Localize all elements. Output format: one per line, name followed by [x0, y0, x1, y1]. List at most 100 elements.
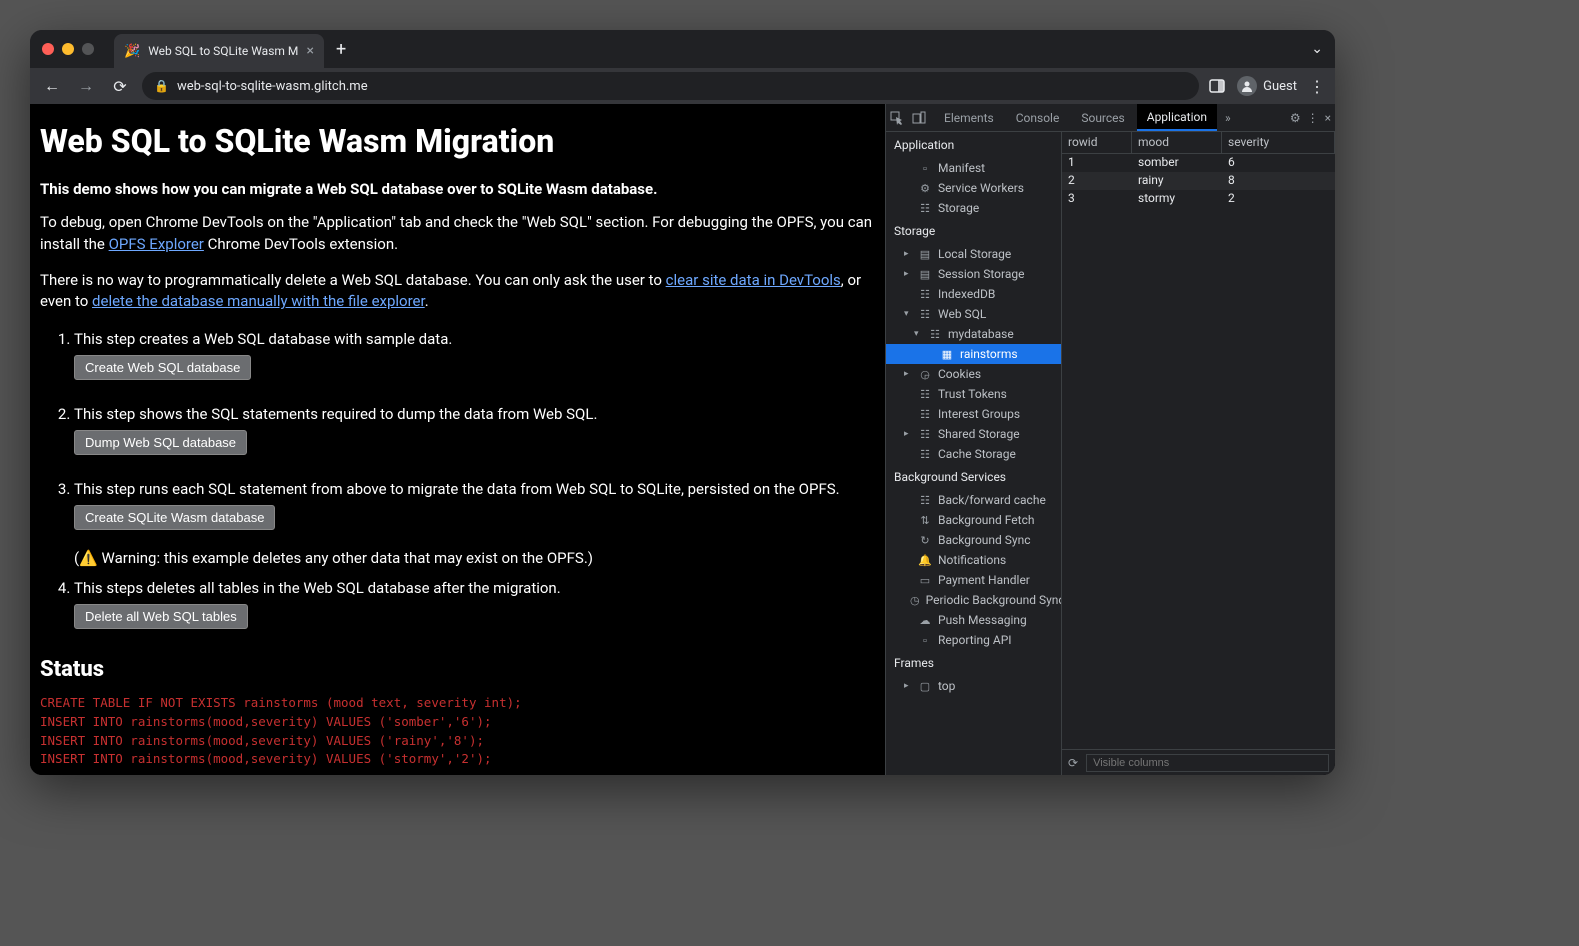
sidebar-item-top[interactable]: ▸▢top — [886, 676, 1061, 696]
side-panel-icon[interactable] — [1209, 78, 1225, 94]
sidebar-item-bg-sync[interactable]: ↻Background Sync — [886, 530, 1061, 550]
col-mood[interactable]: mood — [1132, 132, 1222, 153]
table-row[interactable]: 2 rainy 8 — [1062, 172, 1335, 190]
avatar-icon — [1237, 76, 1257, 96]
document-icon: ▫ — [918, 634, 932, 647]
paragraph-delete: There is no way to programmatically dele… — [40, 270, 875, 314]
database-icon: ☷ — [918, 308, 932, 321]
sidebar-item-interest-groups[interactable]: ☷Interest Groups — [886, 404, 1061, 424]
devtools-tabbar: Elements Console Sources Application » ⚙… — [886, 104, 1335, 132]
table-row[interactable]: 1 somber 6 — [1062, 154, 1335, 172]
bell-icon: 🔔 — [918, 554, 932, 567]
devtools-close-icon[interactable]: × — [1325, 111, 1331, 125]
table-footer: ⟳ — [1062, 749, 1335, 775]
sidebar-item-storage[interactable]: ☷Storage — [886, 198, 1061, 218]
sidebar-item-cache-storage[interactable]: ☷Cache Storage — [886, 444, 1061, 464]
transfer-icon: ⇅ — [918, 514, 932, 527]
page-content: Web SQL to SQLite Wasm Migration This de… — [30, 104, 885, 775]
sidebar-item-shared-storage[interactable]: ▸☷Shared Storage — [886, 424, 1061, 444]
step-1: This step creates a Web SQL database wit… — [74, 327, 875, 396]
maximize-window-icon[interactable] — [82, 43, 94, 55]
database-icon: ☷ — [918, 408, 932, 421]
devtools-tab-application[interactable]: Application — [1137, 104, 1217, 131]
col-severity[interactable]: severity — [1222, 132, 1335, 153]
inspect-icon[interactable] — [890, 111, 910, 125]
sidebar-item-indexeddb[interactable]: ☷IndexedDB — [886, 284, 1061, 304]
database-icon: ☷ — [918, 428, 932, 441]
sidebar-item-payment-handler[interactable]: ▭Payment Handler — [886, 570, 1061, 590]
frame-icon: ▢ — [918, 680, 932, 693]
devtools-tabs-overflow-icon[interactable]: » — [1219, 111, 1237, 125]
sidebar-item-local-storage[interactable]: ▸▤Local Storage — [886, 244, 1061, 264]
profile-button[interactable]: Guest — [1237, 76, 1297, 96]
delete-tables-button[interactable]: Delete all Web SQL tables — [74, 604, 248, 629]
lock-icon: 🔒 — [154, 79, 169, 93]
database-icon: ☷ — [918, 288, 932, 301]
document-icon: ▫ — [918, 162, 932, 175]
clear-site-data-link[interactable]: clear site data in DevTools — [666, 271, 841, 289]
table-header: rowid mood severity — [1062, 132, 1335, 154]
sidebar-item-websql[interactable]: ▾☷Web SQL — [886, 304, 1061, 324]
devtools-tab-console[interactable]: Console — [1006, 104, 1070, 131]
sidebar-item-reporting-api[interactable]: ▫Reporting API — [886, 630, 1061, 650]
tab-favicon-icon: 🎉 — [124, 44, 140, 59]
sidebar-item-periodic-sync[interactable]: ◷Periodic Background Sync — [886, 590, 1061, 610]
step-3: This step runs each SQL statement from a… — [74, 477, 875, 570]
profile-label: Guest — [1263, 79, 1297, 94]
sidebar-item-manifest[interactable]: ▫Manifest — [886, 158, 1061, 178]
delete-db-manually-link[interactable]: delete the database manually with the fi… — [92, 292, 425, 310]
sidebar-item-cookies[interactable]: ▸◶Cookies — [886, 364, 1061, 384]
create-sqlite-button[interactable]: Create SQLite Wasm database — [74, 505, 275, 530]
sidebar-item-rainstorms[interactable]: ▦rainstorms — [886, 344, 1061, 364]
sidebar-item-mydatabase[interactable]: ▾☷mydatabase — [886, 324, 1061, 344]
status-log: CREATE TABLE IF NOT EXISTS rainstorms (m… — [40, 694, 875, 769]
table-row[interactable]: 3 stormy 2 — [1062, 190, 1335, 208]
sidebar-item-trust-tokens[interactable]: ☷Trust Tokens — [886, 384, 1061, 404]
tab-overflow-icon[interactable]: ⌄ — [1311, 41, 1323, 57]
refresh-icon[interactable]: ⟳ — [1068, 756, 1078, 770]
browser-tab[interactable]: 🎉 Web SQL to SQLite Wasm Migr × — [114, 34, 324, 68]
back-button[interactable]: ← — [40, 76, 64, 96]
opfs-explorer-link[interactable]: OPFS Explorer — [109, 235, 204, 253]
table-icon: ▦ — [940, 348, 954, 361]
data-table: rowid mood severity 1 somber 6 2 rainy — [1062, 132, 1335, 775]
forward-button[interactable]: → — [74, 76, 98, 96]
step-4: This steps deletes all tables in the Web… — [74, 576, 875, 645]
sidebar-item-notifications[interactable]: 🔔Notifications — [886, 550, 1061, 570]
browser-menu-icon[interactable]: ⋮ — [1309, 77, 1325, 96]
tab-title: Web SQL to SQLite Wasm Migr — [148, 44, 298, 58]
clock-icon: ◷ — [910, 594, 920, 607]
devtools-menu-icon[interactable]: ⋮ — [1307, 111, 1319, 125]
reload-button[interactable]: ⟳ — [108, 77, 132, 96]
sidebar-item-bfcache[interactable]: ☷Back/forward cache — [886, 490, 1061, 510]
address-bar: ← → ⟳ 🔒 web-sql-to-sqlite-wasm.glitch.me… — [30, 68, 1335, 104]
omnibox[interactable]: 🔒 web-sql-to-sqlite-wasm.glitch.me — [142, 72, 1199, 100]
browser-window: 🎉 Web SQL to SQLite Wasm Migr × + ⌄ ← → … — [30, 30, 1335, 775]
tab-close-icon[interactable]: × — [307, 43, 314, 59]
url-text: web-sql-to-sqlite-wasm.glitch.me — [177, 79, 368, 94]
new-tab-button[interactable]: + — [336, 39, 346, 60]
sidebar-item-bg-fetch[interactable]: ⇅Background Fetch — [886, 510, 1061, 530]
visible-columns-input[interactable] — [1086, 754, 1329, 772]
devtools-tab-sources[interactable]: Sources — [1071, 104, 1134, 131]
database-icon: ☷ — [918, 494, 932, 507]
database-icon: ☷ — [928, 328, 942, 341]
database-icon: ☷ — [918, 388, 932, 401]
dump-websql-button[interactable]: Dump Web SQL database — [74, 430, 247, 455]
sidebar-item-service-workers[interactable]: ⚙Service Workers — [886, 178, 1061, 198]
create-websql-button[interactable]: Create Web SQL database — [74, 355, 251, 380]
devtools-panel: Elements Console Sources Application » ⚙… — [885, 104, 1335, 775]
sidebar-item-session-storage[interactable]: ▸▤Session Storage — [886, 264, 1061, 284]
grid-icon: ▤ — [918, 268, 932, 281]
sidebar-item-push-messaging[interactable]: ☁Push Messaging — [886, 610, 1061, 630]
minimize-window-icon[interactable] — [62, 43, 74, 55]
step-3-warning: (⚠️ Warning: this example deletes any ot… — [74, 549, 593, 567]
col-rowid[interactable]: rowid — [1062, 132, 1132, 153]
gear-icon: ⚙ — [918, 182, 932, 195]
devtools-tab-elements[interactable]: Elements — [934, 104, 1004, 131]
page-title: Web SQL to SQLite Wasm Migration — [40, 122, 875, 160]
card-icon: ▭ — [918, 574, 932, 587]
close-window-icon[interactable] — [42, 43, 54, 55]
device-toolbar-icon[interactable] — [912, 111, 932, 125]
devtools-settings-icon[interactable]: ⚙ — [1290, 111, 1301, 125]
